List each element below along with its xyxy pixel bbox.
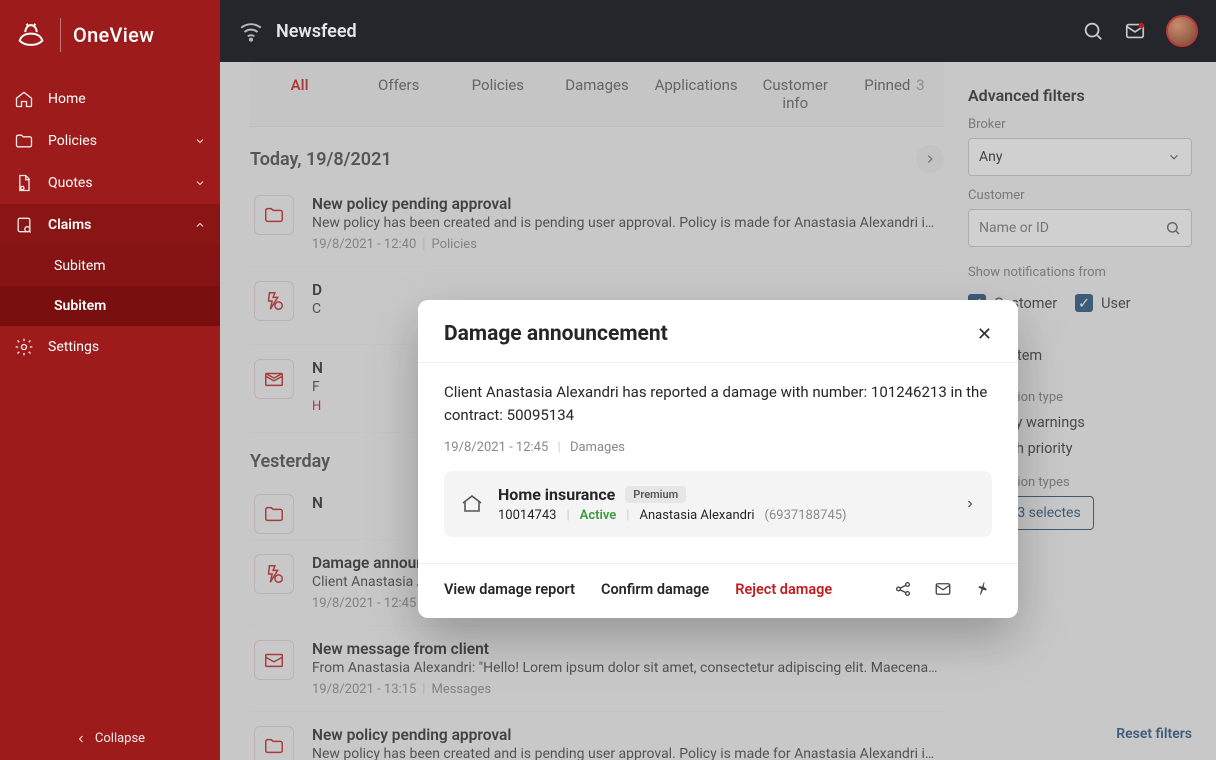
chevron-right-icon [964,498,976,510]
logo-separator [60,18,61,52]
policy-id: 10014743 [498,508,556,523]
avatar[interactable] [1166,15,1198,47]
policy-card[interactable]: Home insurance Premium 10014743 | Active… [444,471,992,537]
mail-icon[interactable] [1124,20,1146,42]
modal-scrim[interactable]: Damage announcement ✕ Client Anastasia A… [220,62,1216,760]
reject-damage-button[interactable]: Reject damage [735,581,832,598]
generali-lion-icon [14,18,48,52]
mail-icon[interactable] [934,580,952,598]
brand-logo[interactable]: OneView [0,0,220,78]
damage-modal: Damage announcement ✕ Client Anastasia A… [418,300,1018,618]
sidebar-item-label: Quotes [48,175,93,191]
sidebar-item-label: Policies [48,133,97,149]
sidebar-subitem[interactable]: Subitem [0,246,220,286]
sidebar-item-label: Settings [48,339,99,355]
sidebar-item-label: Claims [48,217,91,233]
sidebar-item-policies[interactable]: Policies [0,120,220,162]
claims-icon [14,215,34,235]
sidebar-item-claims[interactable]: Claims [0,204,220,246]
policy-title: Home insurance [498,485,615,504]
sidebar-item-label: Home [48,91,86,107]
sidebar-item-settings[interactable]: Settings [0,326,220,368]
home-icon [14,89,34,109]
policy-status: Active [580,508,617,523]
sidebar-nav: Home Policies Quotes Claims Subitem Subi… [0,78,220,717]
sidebar-submenu-claims: Subitem Subitem [0,246,220,326]
chevron-left-icon [75,733,87,745]
premium-badge: Premium [625,486,686,503]
chevron-down-icon [194,177,206,189]
policy-holder: Anastasia Alexandri [639,508,754,523]
topbar: Newsfeed [220,0,1216,62]
main-area: Newsfeed All Offers Policies Damages App… [220,0,1216,760]
confirm-damage-button[interactable]: Confirm damage [601,581,709,598]
home-icon [460,492,484,516]
modal-meta: 19/8/2021 - 12:45 | Damages [444,440,992,455]
page-title: Newsfeed [276,21,357,42]
policy-phone: (6937188745) [765,508,847,523]
sidebar-item-quotes[interactable]: Quotes [0,162,220,204]
document-icon [14,173,34,193]
sidebar-collapse-button[interactable]: Collapse [0,717,220,760]
brand-name: OneView [73,23,154,47]
gear-icon [14,337,34,357]
sidebar: OneView Home Policies Quotes Claims Subi… [0,0,220,760]
sidebar-item-home[interactable]: Home [0,78,220,120]
share-icon[interactable] [894,580,912,598]
chevron-up-icon [194,219,206,231]
sidebar-subitem[interactable]: Subitem [0,286,220,326]
collapse-label: Collapse [95,731,145,746]
wifi-icon [238,18,264,44]
content: All Offers Policies Damages Applications… [220,62,1216,760]
modal-body-text: Client Anastasia Alexandri has reported … [444,381,992,426]
view-damage-button[interactable]: View damage report [444,581,575,598]
pin-icon[interactable] [974,580,992,598]
folder-icon [14,131,34,151]
close-icon[interactable]: ✕ [977,324,992,345]
modal-title: Damage announcement [444,322,668,346]
search-icon[interactable] [1082,20,1104,42]
chevron-down-icon [194,135,206,147]
